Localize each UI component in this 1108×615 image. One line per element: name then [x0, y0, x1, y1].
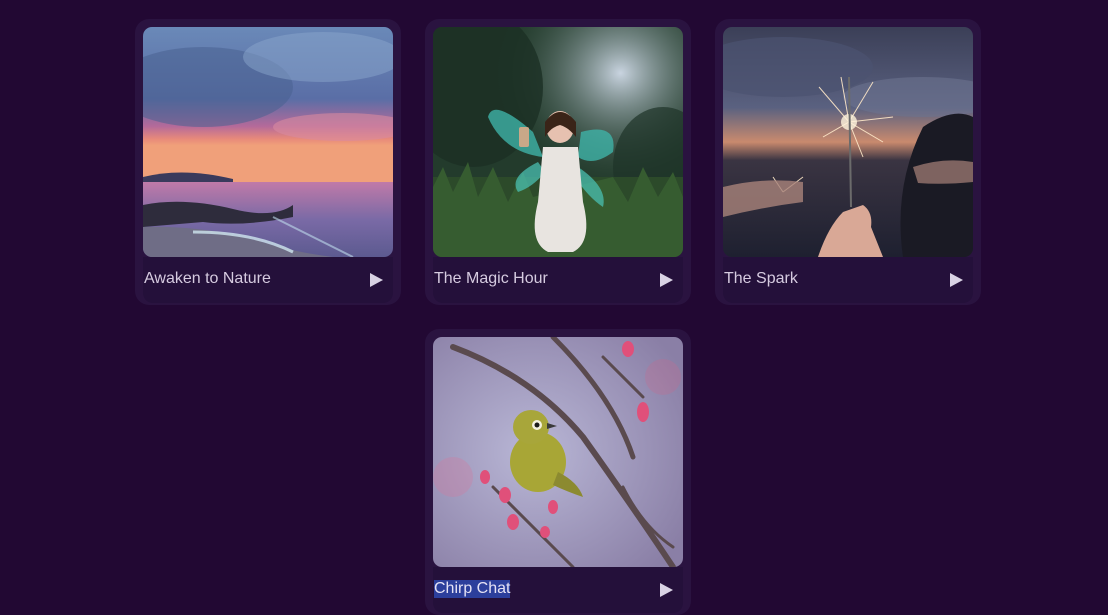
play-icon[interactable]	[367, 271, 385, 289]
video-card-chirp-chat[interactable]: Chirp Chat	[425, 329, 691, 615]
card-title[interactable]: The Magic Hour	[434, 270, 548, 288]
sparkler-image	[723, 27, 973, 257]
card-title[interactable]: Chirp Chat	[434, 580, 511, 598]
thumbnail-bird-on-branch[interactable]	[433, 337, 683, 567]
card-caption: The Spark	[723, 257, 973, 303]
card-caption: The Magic Hour	[433, 257, 683, 303]
card-title[interactable]: The Spark	[724, 270, 798, 288]
bird-on-branch-image	[433, 337, 683, 567]
video-card-the-spark[interactable]: The Spark	[715, 19, 981, 305]
card-title[interactable]: Awaken to Nature	[144, 270, 271, 288]
fairy-in-forest-image	[433, 27, 683, 257]
video-card-the-magic-hour[interactable]: The Magic Hour	[425, 19, 691, 305]
card-caption: Awaken to Nature	[143, 257, 393, 303]
play-icon[interactable]	[657, 581, 675, 599]
thumbnail-sparkler[interactable]	[723, 27, 973, 257]
play-icon[interactable]	[947, 271, 965, 289]
card-caption: Chirp Chat	[433, 567, 683, 613]
sunset-seascape-image	[143, 27, 393, 257]
thumbnail-fairy-in-forest[interactable]	[433, 27, 683, 257]
video-card-awaken-to-nature[interactable]: Awaken to Nature	[135, 19, 401, 305]
thumbnail-sunset-seascape[interactable]	[143, 27, 393, 257]
play-icon[interactable]	[657, 271, 675, 289]
